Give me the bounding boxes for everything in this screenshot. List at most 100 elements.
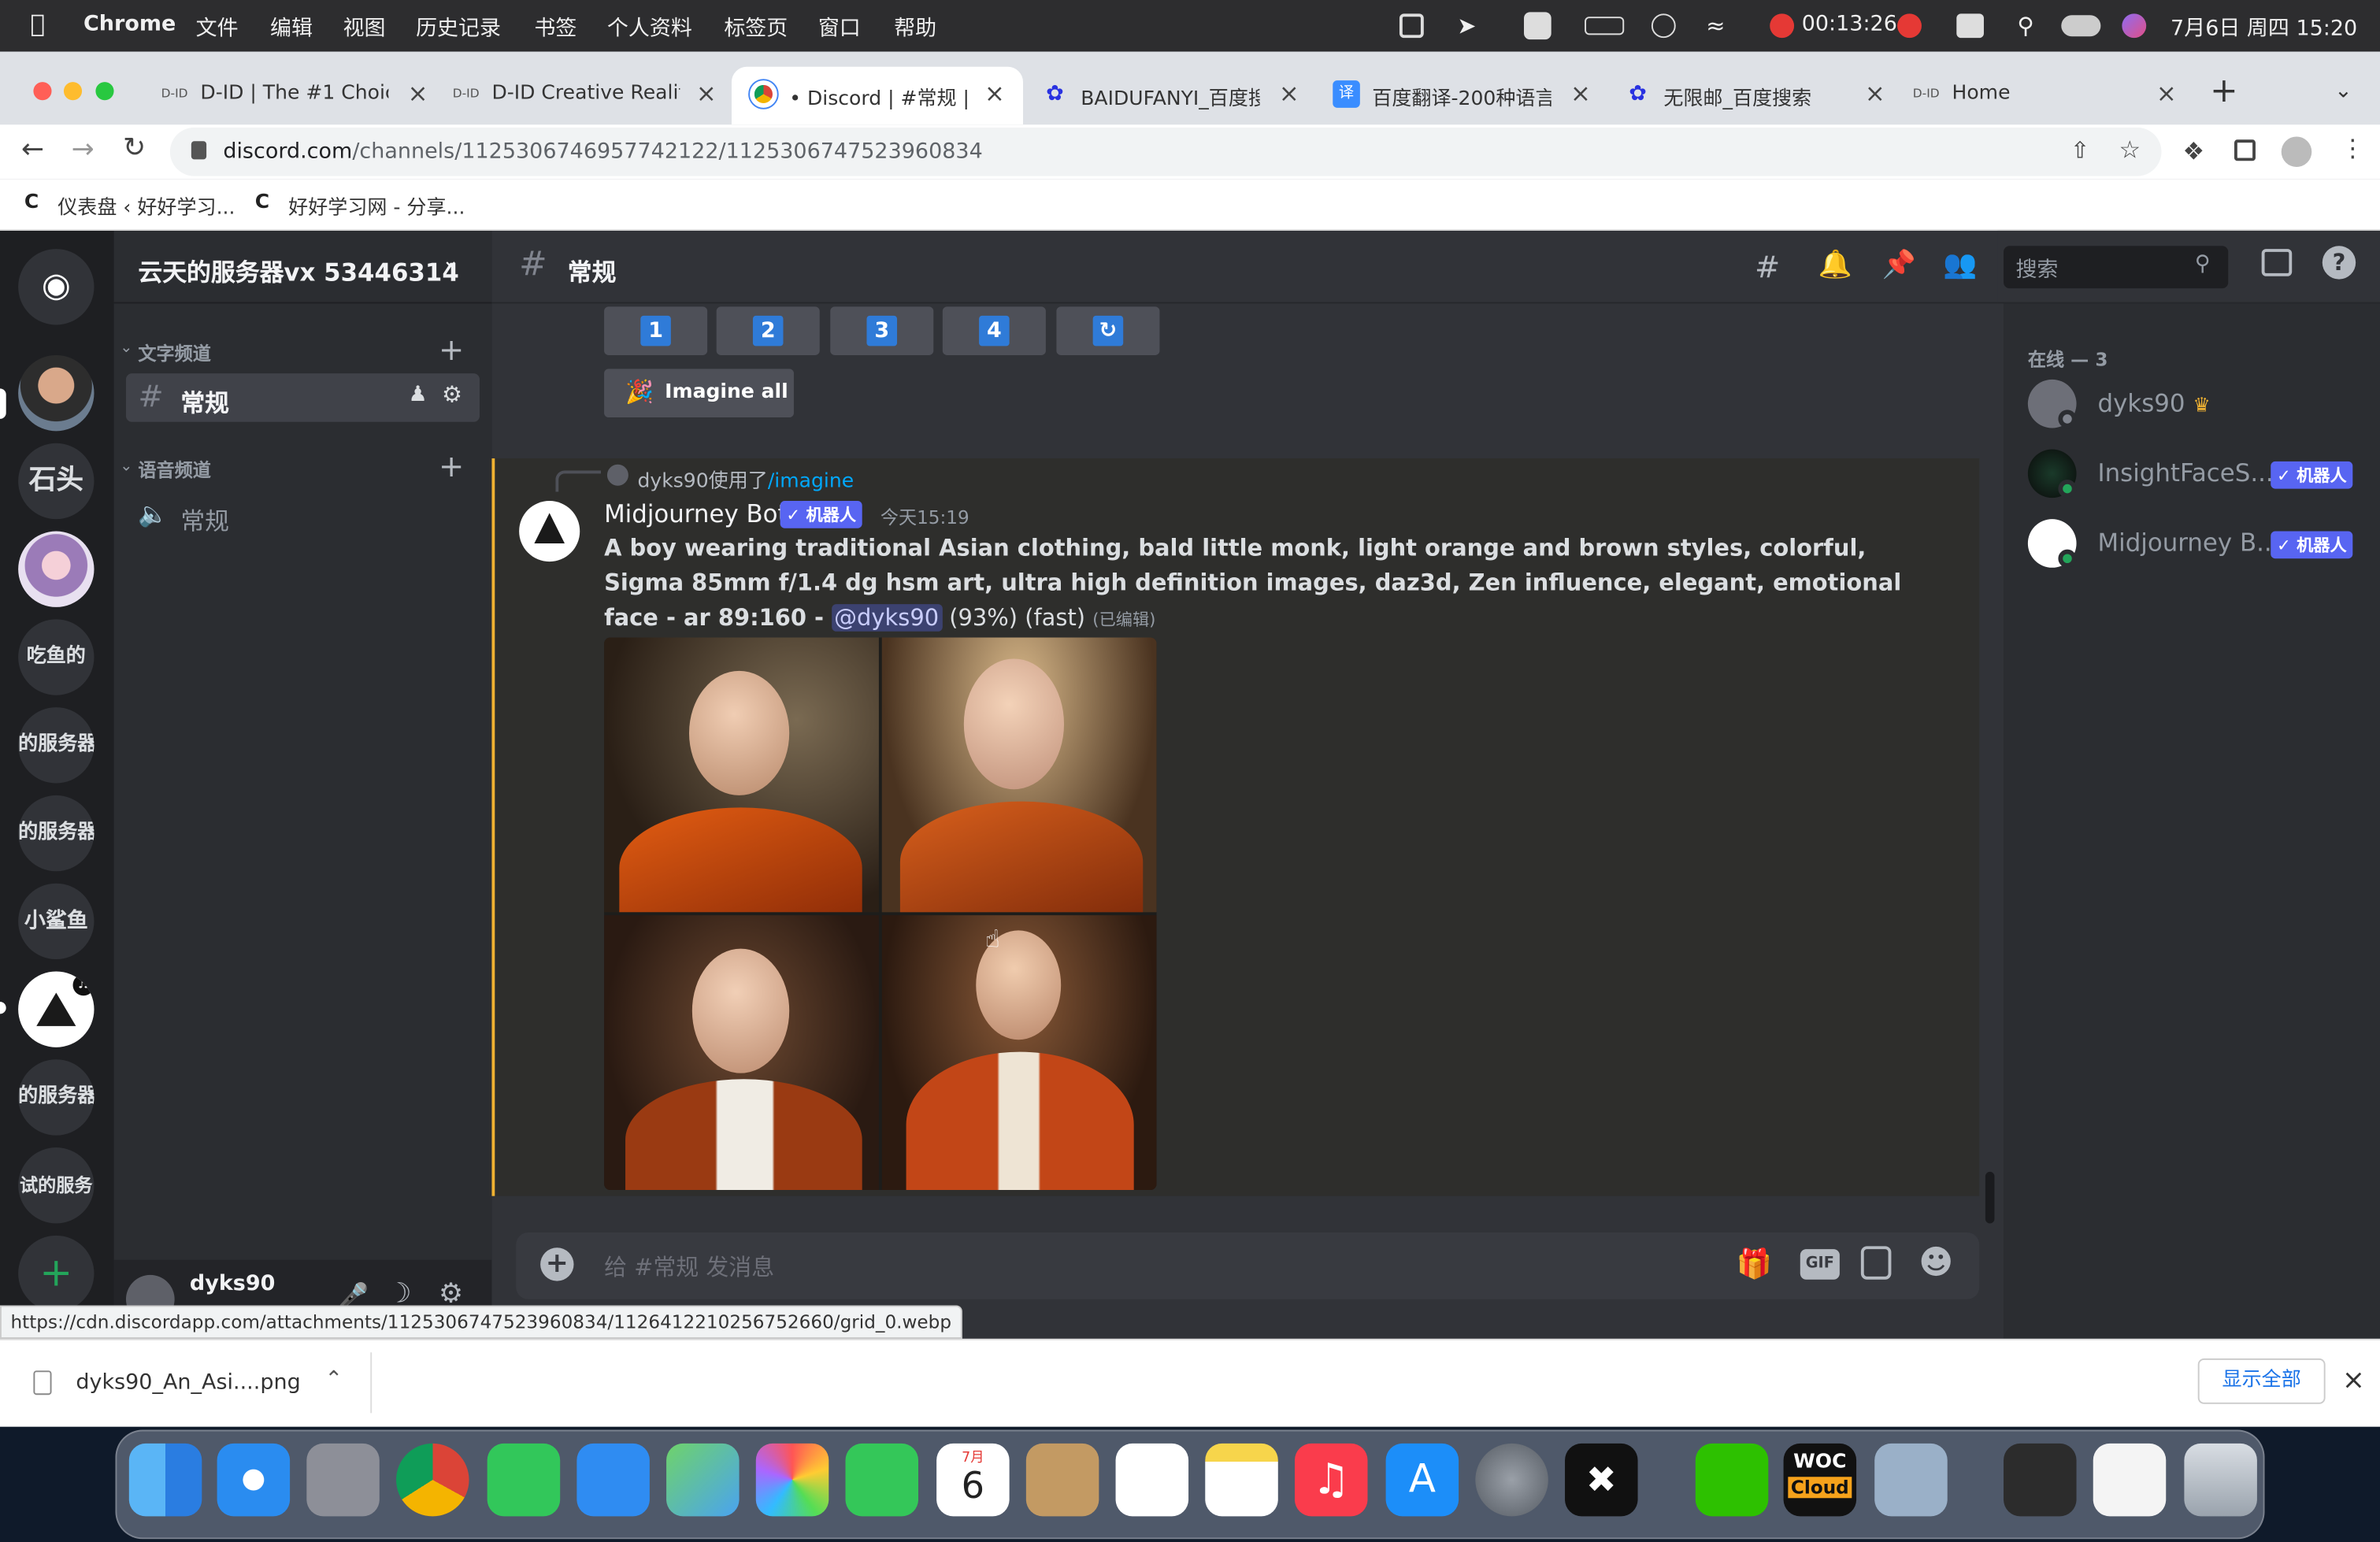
grid-image[interactable] <box>881 637 1157 913</box>
menu-window[interactable]: 窗口 <box>818 12 861 43</box>
facetime-icon[interactable] <box>845 1443 919 1517</box>
tab-did-1[interactable]: D-ID D-ID | The #1 Choice × <box>161 67 428 124</box>
recent-doc-icon[interactable] <box>2093 1443 2167 1517</box>
tab-wuxianyou[interactable]: ✿ 无限邮_百度搜索 × <box>1624 67 1885 124</box>
reroll-button[interactable]: ↻ <box>1056 306 1160 355</box>
reload-icon[interactable]: ↻ <box>123 132 146 164</box>
gear-icon[interactable]: ⚙ <box>442 381 462 409</box>
menu-profile[interactable]: 个人资料 <box>607 12 692 43</box>
scrollbar-thumb[interactable] <box>1985 1171 1995 1224</box>
server-text[interactable]: 的服务器 <box>18 707 95 784</box>
chevron-up-icon[interactable]: ⌃ <box>324 1367 343 1392</box>
bookmark-star-icon[interactable]: ☆ <box>2119 135 2141 165</box>
show-all-button[interactable]: 显示全部 <box>2197 1358 2326 1404</box>
inbox-icon[interactable] <box>2261 249 2293 276</box>
tab-baidufanyi[interactable]: ✿ BAIDUFANYI_百度搜索 × <box>1041 67 1299 124</box>
help-icon[interactable]: ? <box>2322 246 2356 280</box>
app-store-icon[interactable]: A <box>1385 1443 1459 1517</box>
photo-icon[interactable] <box>1956 13 1984 39</box>
layout-icon[interactable] <box>1399 13 1424 39</box>
tab-search-chevron-icon[interactable]: ⌄ <box>2334 79 2352 103</box>
imagine-all-button[interactable]: 🎉 Imagine all <box>604 369 794 418</box>
lock-icon[interactable] <box>191 141 207 160</box>
server-avatar-anime[interactable] <box>18 531 95 607</box>
close-tab-icon[interactable]: × <box>984 79 1005 108</box>
system-settings-icon[interactable] <box>1475 1443 1548 1517</box>
chrome-icon[interactable] <box>396 1443 469 1517</box>
calendar-icon[interactable]: 7月 6 <box>936 1443 1010 1517</box>
menu-view[interactable]: 视图 <box>343 12 386 43</box>
close-window-icon[interactable] <box>33 82 52 101</box>
music-icon[interactable]: ♫ <box>1294 1443 1368 1517</box>
zoom-window-icon[interactable] <box>95 82 114 101</box>
launchpad-icon[interactable] <box>306 1443 380 1517</box>
text-channels-header[interactable]: 文字频道 <box>138 340 211 366</box>
discord-home-icon[interactable]: ◉ <box>18 249 95 325</box>
tab-baidu-translate[interactable]: 译 百度翻译-200种语言互 × <box>1333 67 1591 124</box>
new-tab-icon[interactable]: + <box>2210 73 2238 111</box>
voice-channel-general[interactable]: 🔈 常规 <box>126 491 480 540</box>
reply-context[interactable]: dyks90使用了/imagine <box>637 465 854 493</box>
gif-icon[interactable]: GIF <box>1800 1249 1840 1280</box>
server-text[interactable]: 小鲨鱼 <box>18 883 95 960</box>
member-item[interactable]: dyks90 ♛ <box>2027 373 2368 434</box>
message-composer[interactable]: + 给 #常规 发消息 🎁 GIF ☻ <box>516 1232 1980 1299</box>
close-tab-icon[interactable]: × <box>1279 79 1299 108</box>
user-mention[interactable]: @dyks90 <box>831 604 942 632</box>
server-text[interactable]: 的服务器 <box>18 1059 95 1136</box>
address-bar[interactable]: discord.com/channels/1125306746957742122… <box>169 127 2162 176</box>
upscale-button-3[interactable]: 3 <box>830 306 934 355</box>
tab-discord[interactable]: • Discord | #常规 | 云 × <box>731 66 1024 125</box>
messages-icon[interactable] <box>487 1443 561 1517</box>
contacts-icon[interactable] <box>1025 1443 1099 1517</box>
server-stone[interactable]: 石头 <box>18 443 95 520</box>
gift-icon[interactable]: 🎁 <box>1737 1246 1773 1281</box>
menu-bookmarks[interactable]: 书签 <box>534 12 576 43</box>
menu-help[interactable]: 帮助 <box>894 12 936 43</box>
siri-icon[interactable] <box>2122 13 2147 39</box>
preview-icon[interactable] <box>1874 1443 1948 1517</box>
upscale-button-4[interactable]: 4 <box>942 306 1046 355</box>
minimize-window-icon[interactable] <box>63 82 83 101</box>
add-server-icon[interactable]: + <box>18 1235 95 1312</box>
menubar-app-name[interactable]: Chrome <box>83 12 176 36</box>
search-input[interactable]: 搜索 ⚲ <box>2004 246 2229 289</box>
bookmark-item[interactable]: 仪表盘 ‹ 好好学习... <box>57 191 235 221</box>
grid-image[interactable] <box>604 915 879 1191</box>
server-text[interactable]: 吃鱼的 <box>18 619 95 695</box>
woc-cloud-icon[interactable]: WOC Cloud <box>1783 1443 1857 1517</box>
channel-item-general[interactable]: # 常规 ♟ ⚙ <box>125 373 480 422</box>
forward-icon[interactable]: → <box>72 134 95 165</box>
photos-icon[interactable] <box>755 1443 829 1517</box>
add-channel-icon[interactable]: + <box>439 331 464 367</box>
server-text[interactable]: 试的服务 <box>18 1147 95 1224</box>
extensions-icon[interactable]: ❖ <box>2182 136 2204 165</box>
profile-avatar-icon[interactable] <box>2281 136 2312 168</box>
composer-placeholder[interactable]: 给 #常规 发消息 <box>604 1251 774 1282</box>
upscale-button-2[interactable]: 2 <box>716 306 820 355</box>
trash-icon[interactable] <box>2184 1443 2257 1517</box>
share-icon[interactable]: ⇧ <box>2070 136 2089 164</box>
grid-image[interactable] <box>604 637 879 913</box>
member-list-icon[interactable]: 👥 <box>1943 249 1977 280</box>
close-tab-icon[interactable]: × <box>2156 79 2177 108</box>
notes-icon[interactable] <box>1205 1443 1278 1517</box>
bookmark-item[interactable]: 好好学习网 - 分享... <box>288 191 465 221</box>
maps-icon[interactable] <box>666 1443 740 1517</box>
add-attachment-icon[interactable]: + <box>540 1247 574 1281</box>
menu-file[interactable]: 文件 <box>196 12 239 43</box>
server-avatar-man[interactable] <box>18 354 95 432</box>
mail-icon[interactable] <box>576 1443 650 1517</box>
close-tab-icon[interactable]: × <box>1865 79 1885 108</box>
avatar[interactable] <box>519 501 580 562</box>
grid-image[interactable]: ☝ <box>881 915 1157 1191</box>
s-app-icon[interactable] <box>1524 12 1551 40</box>
download-file-name[interactable]: dyks90_An_Asi....png <box>76 1370 300 1395</box>
tab-did-2[interactable]: D-ID D-ID Creative Reality × <box>452 67 717 124</box>
side-panel-icon[interactable] <box>2234 139 2256 161</box>
pause-icon[interactable] <box>1897 13 1922 39</box>
add-channel-icon[interactable]: + <box>439 448 464 484</box>
search-icon[interactable]: ⚲ <box>2195 252 2211 276</box>
invite-icon[interactable]: ♟ <box>408 383 427 407</box>
bell-icon[interactable]: 🔔 <box>1818 249 1852 280</box>
